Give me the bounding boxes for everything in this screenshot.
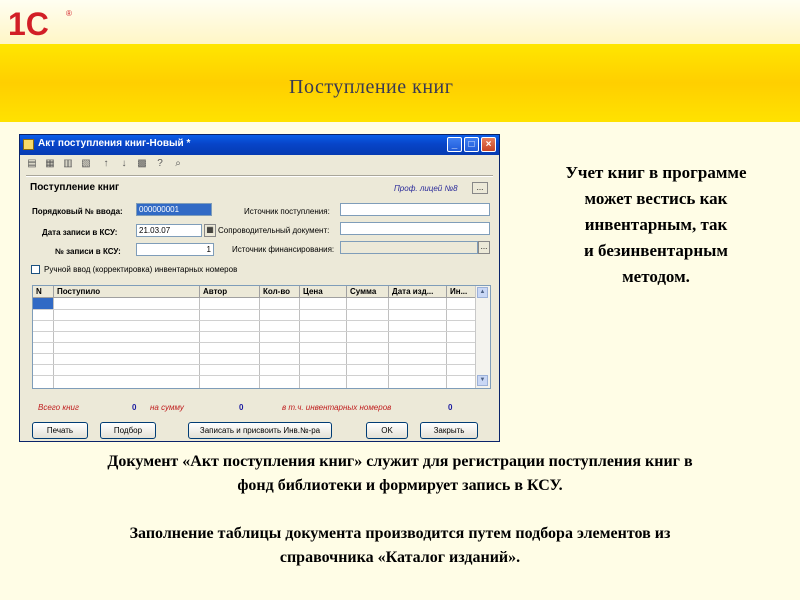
scroll-up-icon[interactable]: ▲ — [477, 287, 488, 298]
order-number-label: Порядковый № ввода: — [32, 207, 123, 216]
total-sum-label: на сумму — [150, 403, 184, 412]
toolbar: ▤ ▦ ▥ ▧ ↑ ↓ ▩ ? ⌕ — [22, 157, 497, 173]
close-button[interactable]: Закрыть — [420, 422, 478, 439]
finance-select-button[interactable]: ... — [478, 241, 490, 254]
section-title: Поступление книг — [30, 182, 120, 193]
column-header-pub-date[interactable]: Дата изд... — [389, 286, 447, 298]
move-up-icon[interactable]: ↑ — [100, 158, 112, 170]
ok-button[interactable]: OK — [366, 422, 408, 439]
source-label: Источник поступления: — [244, 207, 330, 216]
total-sum-value: 0 — [239, 403, 244, 412]
table-row[interactable] — [33, 364, 477, 365]
manual-input-checkbox[interactable] — [31, 265, 40, 274]
inventory-count-label: в т.ч. инвентарных номеров — [282, 403, 392, 412]
ksu-number-label: № записи в КСУ: — [55, 247, 121, 256]
table-row[interactable] — [33, 331, 477, 332]
ksu-date-field[interactable]: 21.03.07 — [136, 224, 202, 237]
organization-select-button[interactable]: ... — [472, 182, 488, 194]
table-scrollbar[interactable]: ▲ ▼ — [475, 286, 490, 388]
column-header-received[interactable]: Поступило — [54, 286, 200, 298]
document-window: Акт поступления книг-Новый * _ □ × ▤ ▦ ▥… — [19, 134, 500, 442]
scroll-down-icon[interactable]: ▼ — [477, 375, 488, 386]
logo-text: 1С — [8, 6, 49, 40]
total-books-label: Всего книг — [38, 403, 79, 412]
document-icon — [23, 139, 34, 150]
toolbar-icon-2[interactable]: ▦ — [44, 158, 56, 170]
description-paragraph-1: Документ «Акт поступления книг» служит д… — [14, 450, 786, 498]
paragraph-line: справочника «Каталог изданий». — [279, 549, 521, 566]
side-text-line: и безинвентарным — [584, 241, 728, 260]
source-field[interactable] — [340, 203, 490, 216]
column-header-author[interactable]: Автор — [200, 286, 260, 298]
table-row[interactable] — [33, 375, 477, 376]
accompanying-doc-field[interactable] — [340, 222, 490, 235]
table-row[interactable] — [33, 309, 477, 310]
column-header-price[interactable]: Цена — [300, 286, 347, 298]
slide-title: Поступление книг — [289, 76, 454, 98]
window-title: Акт поступления книг-Новый * — [38, 138, 191, 149]
table-row[interactable] — [33, 342, 477, 343]
maximize-button[interactable]: □ — [464, 137, 479, 152]
toolbar-divider — [26, 175, 493, 177]
move-down-icon[interactable]: ↓ — [118, 158, 130, 170]
order-number-field[interactable]: 000000001 — [136, 203, 212, 216]
organization-hint: Проф. лицей №8 — [394, 184, 458, 193]
top-strip — [0, 0, 800, 44]
paragraph-line: Документ «Акт поступления книг» служит д… — [107, 453, 693, 470]
toolbar-icon-7[interactable]: ▩ — [136, 158, 148, 170]
table-row[interactable] — [33, 353, 477, 354]
paragraph-line: фонд библиотеки и формирует запись в КСУ… — [237, 477, 563, 494]
1c-logo: 1С ® — [8, 6, 88, 42]
close-window-button[interactable]: × — [481, 137, 496, 152]
column-header-qty[interactable]: Кол-во — [260, 286, 300, 298]
finance-source-field[interactable] — [340, 241, 478, 254]
ksu-date-label: Дата записи в КСУ: — [42, 228, 118, 237]
toolbar-icon-3[interactable]: ▥ — [62, 158, 74, 170]
window-titlebar[interactable]: Акт поступления книг-Новый * _ □ × — [20, 135, 499, 155]
inventory-count-value: 0 — [448, 403, 453, 412]
select-button[interactable]: Подбор — [100, 422, 156, 439]
column-header-n[interactable]: N — [33, 286, 54, 298]
help-icon[interactable]: ? — [154, 158, 166, 170]
accompanying-doc-label: Сопроводительный документ: — [218, 226, 330, 235]
ksu-number-field[interactable]: 1 — [136, 243, 214, 256]
side-text-line: может вестись как — [584, 189, 728, 208]
column-header-sum[interactable]: Сумма — [347, 286, 389, 298]
side-text-line: методом. — [622, 267, 690, 286]
print-button[interactable]: Печать — [32, 422, 88, 439]
table-row[interactable] — [33, 320, 477, 321]
calendar-icon[interactable]: ▦ — [204, 224, 216, 237]
toolbar-icon-1[interactable]: ▤ — [26, 158, 38, 170]
logo-mark: ® — [66, 9, 72, 18]
minimize-button[interactable]: _ — [447, 137, 462, 152]
side-text-line: инвентарным, так — [584, 215, 728, 234]
search-icon[interactable]: ⌕ — [172, 158, 184, 170]
side-text-line: Учет книг в программе — [565, 163, 747, 182]
paragraph-line: Заполнение таблицы документа производитс… — [129, 525, 671, 542]
manual-input-label: Ручной ввод (корректировка) инвентарных … — [44, 265, 238, 274]
save-assign-button[interactable]: Записать и присвоить Инв.№-ра — [188, 422, 332, 439]
side-description: Учет книг в программе может вестись как … — [516, 160, 796, 290]
books-table[interactable]: N Поступило Автор Кол-во Цена Сумма Дата… — [32, 285, 491, 389]
total-books-value: 0 — [132, 403, 137, 412]
column-header-inv[interactable]: Ин... — [447, 286, 477, 298]
description-paragraph-2: Заполнение таблицы документа производитс… — [14, 522, 786, 570]
toolbar-icon-4[interactable]: ▧ — [80, 158, 92, 170]
finance-source-label: Источник финансирования: — [232, 245, 335, 254]
